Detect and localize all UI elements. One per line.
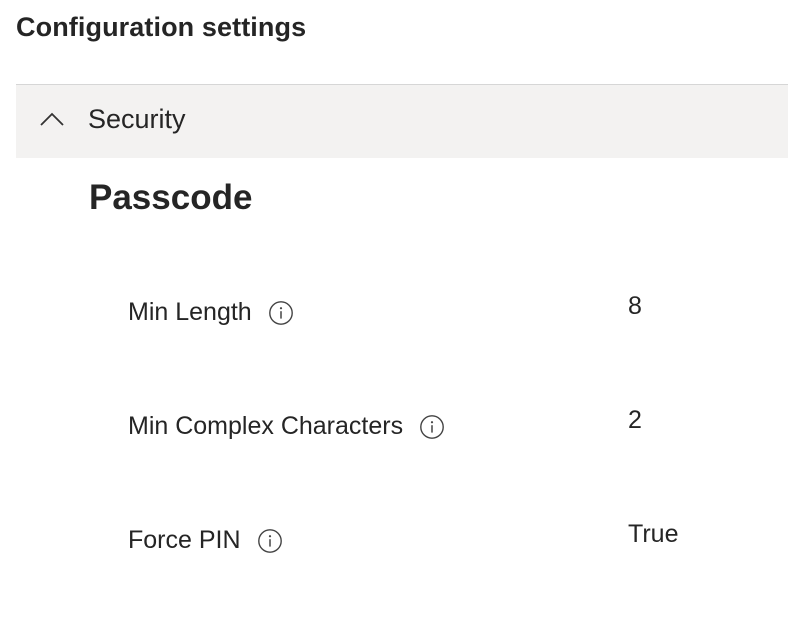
- setting-value: 2: [628, 406, 642, 434]
- subsection-title: Passcode: [89, 178, 253, 217]
- setting-row-min-length: Min Length 8: [128, 292, 768, 338]
- info-icon[interactable]: [257, 528, 283, 554]
- setting-label-container: Force PIN: [128, 526, 283, 555]
- section-header-security[interactable]: Security: [16, 84, 788, 158]
- setting-label: Min Length: [128, 298, 252, 326]
- setting-row-force-pin: Force PIN True: [128, 520, 768, 566]
- info-icon[interactable]: [268, 300, 294, 326]
- setting-label-container: Min Complex Characters: [128, 412, 445, 441]
- setting-label-container: Min Length: [128, 298, 294, 327]
- setting-value: 8: [628, 292, 642, 320]
- setting-value: True: [628, 520, 679, 548]
- setting-label: Force PIN: [128, 526, 241, 554]
- setting-label: Min Complex Characters: [128, 412, 404, 440]
- setting-row-min-complex-characters: Min Complex Characters 2: [128, 406, 768, 452]
- chevron-up-icon[interactable]: [39, 111, 65, 127]
- page-title: Configuration settings: [16, 12, 307, 42]
- info-icon[interactable]: [419, 414, 445, 440]
- section-label: Security: [88, 104, 186, 134]
